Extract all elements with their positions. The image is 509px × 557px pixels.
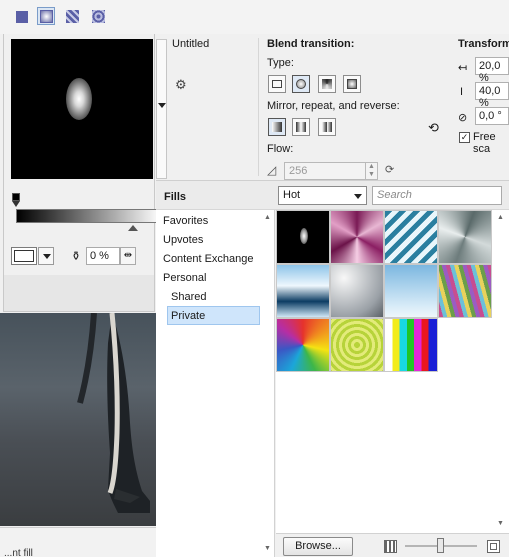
gradient-bar[interactable]: [16, 209, 162, 223]
linear-icon: [272, 80, 282, 88]
fill-height-field[interactable]: 40,0 %: [475, 82, 509, 109]
grid-scroll-down-icon[interactable]: ▼: [497, 520, 504, 527]
default-fill-icon: [272, 122, 282, 132]
divider: [258, 38, 259, 176]
repeat-fill-button[interactable]: [318, 118, 336, 136]
status-text: ...nt fill: [4, 548, 33, 557]
fill-preview-gradient: [66, 78, 92, 120]
nav-scroll-up-icon[interactable]: ▲: [264, 214, 271, 221]
flow-steps-field[interactable]: 256: [284, 162, 366, 180]
penguin-image: [77, 313, 150, 513]
fill-thumbnail[interactable]: [438, 210, 492, 264]
default-fill-button[interactable]: [268, 118, 286, 136]
transform-title: Transform: [458, 38, 509, 50]
angle-icon: ⊘: [458, 112, 468, 124]
blend-transition-title: Blend transition:: [267, 38, 355, 50]
transparency-icon: ⚱: [71, 249, 82, 263]
repeat-fill-icon: [322, 122, 332, 132]
fill-thumbnail[interactable]: [330, 264, 384, 318]
fill-thumbnail[interactable]: [276, 318, 330, 372]
reverse-icon[interactable]: ⟲: [428, 120, 439, 136]
node-color-dropdown[interactable]: [38, 247, 54, 265]
blend-type-label: Type:: [267, 57, 294, 69]
pattern-fill-button[interactable]: [63, 7, 81, 25]
fill-width-field[interactable]: 20,0 %: [475, 57, 509, 84]
fill-name: Untitled: [172, 38, 210, 50]
fountain-fill-icon: [40, 10, 53, 23]
nav-scroll-down-icon[interactable]: ▼: [264, 545, 271, 552]
share-icon[interactable]: ⚙: [175, 77, 191, 93]
small-thumbnails-icon[interactable]: [384, 540, 397, 553]
elliptical-icon: [296, 79, 306, 89]
browse-button[interactable]: Browse...: [283, 537, 353, 556]
fill-thumbnail[interactable]: [384, 318, 438, 372]
node-position-icon[interactable]: ⇹: [120, 247, 136, 265]
panel-footer: [4, 275, 154, 311]
large-thumbnails-icon[interactable]: [487, 540, 500, 553]
rectangular-fountain-button[interactable]: [343, 75, 361, 93]
nav-item-favorites[interactable]: Favorites: [163, 215, 208, 227]
rectangular-icon: [347, 79, 357, 89]
grid-scroll-up-icon[interactable]: ▲: [497, 214, 504, 221]
fill-thumbnail[interactable]: [384, 264, 438, 318]
free-scale-checkbox[interactable]: ✓: [459, 132, 470, 143]
fill-thumbnail[interactable]: [384, 210, 438, 264]
texture-fill-icon: [92, 10, 105, 23]
texture-fill-button[interactable]: [89, 7, 107, 25]
fill-thumbnail[interactable]: [276, 264, 330, 318]
flow-lock-icon[interactable]: ⟳: [385, 163, 394, 176]
mirror-label: Mirror, repeat, and reverse:: [267, 100, 400, 112]
fills-title: Fills: [164, 191, 187, 203]
fills-search-input[interactable]: Search: [372, 186, 502, 205]
mirror-fill-icon: [296, 122, 306, 132]
conical-icon: [322, 79, 332, 89]
flow-label: Flow:: [267, 143, 294, 155]
fill-thumbnail[interactable]: [330, 318, 384, 372]
flat-fill-button[interactable]: [12, 7, 30, 25]
nav-item-shared[interactable]: Shared: [171, 291, 206, 303]
preview-picker-button[interactable]: [156, 39, 167, 179]
linear-fountain-button[interactable]: [268, 75, 286, 93]
fills-filter-select[interactable]: Hot: [278, 186, 367, 205]
nav-item-personal[interactable]: Personal: [163, 272, 206, 284]
thumbnail-size-slider-thumb[interactable]: [437, 538, 444, 553]
nav-item-private[interactable]: Private: [171, 310, 205, 322]
height-icon: I: [460, 86, 464, 98]
elliptical-fountain-button[interactable]: [292, 75, 310, 93]
free-scale-label: Free sca: [473, 131, 496, 155]
caret-down-icon: [12, 201, 20, 207]
gradient-midpoint-slider[interactable]: [128, 225, 138, 231]
flat-fill-icon: [16, 11, 28, 23]
nav-item-content-exchange[interactable]: Content Exchange: [163, 253, 254, 265]
chevron-down-icon[interactable]: [158, 103, 166, 108]
node-color-value: [14, 250, 34, 262]
fill-angle-field[interactable]: 0,0 °: [475, 107, 509, 125]
nav-item-upvotes[interactable]: Upvotes: [163, 234, 203, 246]
width-icon: ↤: [458, 62, 468, 74]
flow-icon: ◿: [267, 163, 277, 177]
gradient-node-start[interactable]: [12, 193, 20, 201]
conical-fountain-button[interactable]: [318, 75, 336, 93]
fill-thumbnail[interactable]: [276, 210, 330, 264]
node-transparency-field[interactable]: 0 %: [86, 247, 120, 265]
fountain-fill-button[interactable]: [37, 7, 55, 25]
fill-thumbnail[interactable]: [438, 264, 492, 318]
fill-thumbnail[interactable]: [330, 210, 384, 264]
pattern-fill-icon: [66, 10, 79, 23]
mirror-fill-button[interactable]: [292, 118, 310, 136]
flow-stepper[interactable]: ▲ ▼: [365, 162, 378, 180]
